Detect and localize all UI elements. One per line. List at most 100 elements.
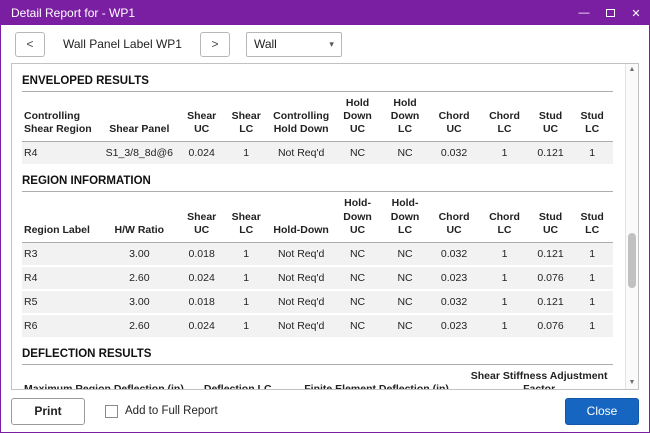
column-header: Shear UC — [179, 92, 224, 142]
dialog-footer: Print Add to Full Report Close — [1, 390, 649, 432]
table-cell: R3 — [22, 242, 99, 266]
table-cell: 1 — [571, 266, 613, 290]
table-row: R53.000.0181Not Req'dNCNC0.03210.1211 — [22, 290, 613, 314]
column-header: Shear Panel — [99, 92, 179, 142]
table-cell: 1 — [224, 242, 269, 266]
maximize-icon[interactable] — [597, 1, 623, 25]
minimize-icon[interactable]: — — [571, 1, 597, 25]
table-cell: Not Req'd — [268, 242, 333, 266]
table-cell: 0.023 — [429, 266, 479, 290]
table-cell: 2.60 — [99, 314, 179, 338]
table-cell: 0.024 — [179, 142, 224, 166]
column-header: Hold-Down LC — [381, 192, 429, 242]
column-header: Chord LC — [479, 92, 529, 142]
title-bar[interactable]: Detail Report for - WP1 — ✕ — [1, 1, 649, 25]
table-cell: 0.024 — [179, 266, 224, 290]
table-cell: NC — [334, 266, 382, 290]
table-cell: Not Req'd — [268, 290, 333, 314]
report-body: ENVELOPED RESULTS Controlling Shear Regi… — [12, 64, 625, 389]
section-title-deflection-results: DEFLECTION RESULTS — [22, 339, 613, 365]
add-to-full-report-checkbox[interactable] — [105, 405, 118, 418]
chevron-right-icon: > — [211, 37, 218, 51]
enveloped-results-table: Controlling Shear RegionShear PanelShear… — [22, 92, 613, 166]
table-header-row: Region LabelH/W RatioShear UCShear LCHol… — [22, 192, 613, 242]
previous-panel-button[interactable]: < — [15, 32, 45, 57]
column-header: Chord UC — [429, 92, 479, 142]
table-cell: 1 — [571, 314, 613, 338]
view-dropdown-value: Wall — [254, 37, 277, 51]
table-cell: R5 — [22, 290, 99, 314]
scrollbar-thumb[interactable] — [628, 233, 636, 288]
section-title-enveloped-results: ENVELOPED RESULTS — [22, 66, 613, 92]
column-header: Stud UC — [530, 192, 572, 242]
scroll-down-icon[interactable]: ▼ — [629, 379, 636, 387]
table-row: R33.000.0181Not Req'dNCNC0.03210.1211 — [22, 242, 613, 266]
add-to-full-report-option[interactable]: Add to Full Report — [105, 405, 218, 418]
table-cell: 0.024 — [179, 314, 224, 338]
detail-report-dialog: Detail Report for - WP1 — ✕ < Wall Panel… — [0, 0, 650, 433]
table-cell: 0.032 — [429, 142, 479, 166]
scroll-up-icon[interactable]: ▲ — [629, 66, 636, 74]
column-header: Maximum Region Deflection (in) — [22, 365, 187, 389]
column-header: Shear UC — [179, 192, 224, 242]
table-cell: 0.121 — [530, 242, 572, 266]
table-cell: R4 — [22, 266, 99, 290]
table-cell: 1 — [479, 290, 529, 314]
table-cell: R6 — [22, 314, 99, 338]
table-cell: 1 — [479, 266, 529, 290]
table-header-row: Maximum Region Deflection (in)Deflection… — [22, 365, 613, 389]
table-cell: NC — [334, 290, 382, 314]
table-cell: 0.032 — [429, 290, 479, 314]
table-cell: NC — [381, 266, 429, 290]
column-header: Hold Down LC — [381, 92, 429, 142]
table-cell: 1 — [571, 290, 613, 314]
vertical-scrollbar[interactable]: ▲ ▼ — [625, 64, 638, 389]
column-header: Stud LC — [571, 92, 613, 142]
table-cell: 1 — [571, 242, 613, 266]
section-title-region-information: REGION INFORMATION — [22, 166, 613, 192]
wall-panel-label: Wall Panel Label WP1 — [63, 37, 182, 51]
table-cell: 0.076 — [530, 266, 572, 290]
column-header: Shear LC — [224, 192, 269, 242]
table-cell: 0.121 — [530, 290, 572, 314]
maximize-box-glyph — [606, 9, 615, 17]
table-cell: 0.076 — [530, 314, 572, 338]
table-cell: NC — [334, 242, 382, 266]
table-cell: 3.00 — [99, 242, 179, 266]
region-information-table: Region LabelH/W RatioShear UCShear LCHol… — [22, 192, 613, 338]
next-panel-button[interactable]: > — [200, 32, 230, 57]
view-dropdown[interactable]: Wall ▾ — [246, 32, 342, 57]
table-cell: 1 — [479, 242, 529, 266]
column-header: Hold Down UC — [334, 92, 382, 142]
table-cell: 0.121 — [530, 142, 572, 166]
table-cell: 0.018 — [179, 290, 224, 314]
table-row: R62.600.0241Not Req'dNCNC0.02310.0761 — [22, 314, 613, 338]
toolbar: < Wall Panel Label WP1 > Wall ▾ — [1, 25, 649, 63]
chevron-left-icon: < — [26, 37, 33, 51]
table-cell: 0.032 — [429, 242, 479, 266]
table-cell: NC — [334, 142, 382, 166]
column-header: Deflection LC — [187, 365, 287, 389]
column-header: Finite Element Deflection (in) — [288, 365, 465, 389]
print-button[interactable]: Print — [11, 398, 85, 425]
table-cell: 2.60 — [99, 266, 179, 290]
table-cell: 1 — [224, 290, 269, 314]
close-button[interactable]: Close — [565, 398, 639, 425]
chevron-down-icon: ▾ — [329, 39, 334, 50]
deflection-results-table: Maximum Region Deflection (in)Deflection… — [22, 365, 613, 389]
table-cell: 1 — [479, 314, 529, 338]
table-cell: 1 — [224, 142, 269, 166]
table-cell: 0.018 — [179, 242, 224, 266]
window-title: Detail Report for - WP1 — [11, 6, 571, 20]
column-header: Shear LC — [224, 92, 269, 142]
table-row: R42.600.0241Not Req'dNCNC0.02310.0761 — [22, 266, 613, 290]
column-header: Stud UC — [530, 92, 572, 142]
close-icon[interactable]: ✕ — [623, 1, 649, 25]
column-header: Controlling Hold Down — [268, 92, 333, 142]
table-cell: 1 — [571, 142, 613, 166]
table-cell: 0.023 — [429, 314, 479, 338]
column-header: Shear Stiffness Adjustment Factor — [465, 365, 613, 389]
table-cell: 3.00 — [99, 290, 179, 314]
table-cell: NC — [334, 314, 382, 338]
table-header-row: Controlling Shear RegionShear PanelShear… — [22, 92, 613, 142]
